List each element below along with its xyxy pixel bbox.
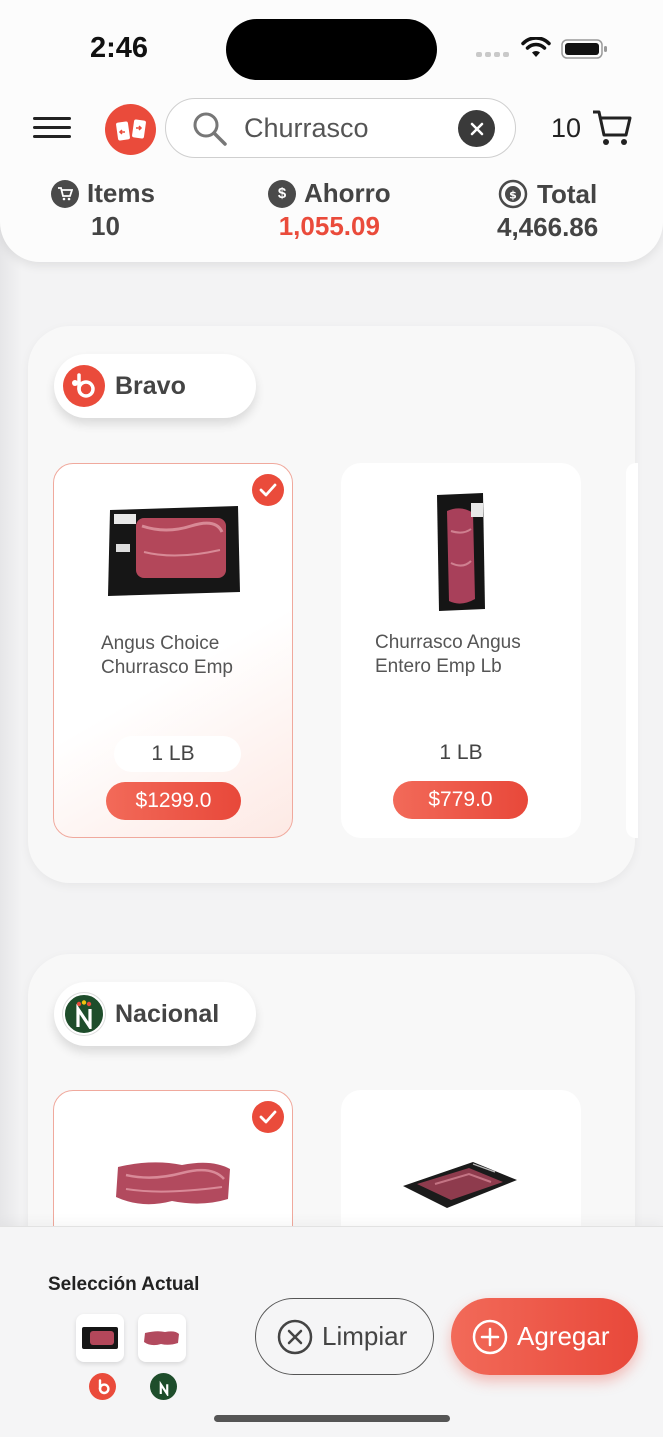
close-icon [470, 122, 483, 135]
wifi-icon [521, 37, 551, 57]
menu-icon[interactable] [33, 117, 71, 139]
cellular-signal-icon [476, 52, 509, 57]
dollar-icon: $ [268, 179, 296, 208]
product-price: $1299.0 [106, 782, 241, 820]
store-card-bravo: Bravo Angus Choice Churrasco Emp 1 LB $1… [28, 326, 638, 883]
plus-circle-icon [472, 1319, 508, 1354]
stat-ahorro-label: Ahorro [304, 178, 391, 208]
product-image [403, 1162, 517, 1208]
product-price: $779.0 [393, 781, 528, 819]
store-header-nacional: Nacional [54, 982, 256, 1046]
clear-search-button[interactable] [458, 110, 495, 147]
currency-exchange-icon: $ [498, 179, 528, 209]
product-image [437, 493, 485, 611]
clear-button-label: Limpiar [322, 1321, 408, 1351]
search-icon [193, 112, 227, 146]
cart-count[interactable]: 10 [551, 113, 581, 144]
stat-total: $ Total 4,466.86 [497, 178, 598, 243]
stat-ahorro-value: 1,055.09 [278, 211, 380, 241]
stat-items-label: Items [87, 178, 155, 208]
stat-ahorro: $ Ahorro 1,055.09 [268, 178, 391, 242]
bravo-logo-icon [63, 365, 105, 407]
app-logo-icon [105, 104, 156, 155]
bottom-bar: Selección Actual Limpiar Agregar [0, 1226, 663, 1437]
clear-button[interactable]: Limpiar [255, 1298, 434, 1375]
product-card[interactable]: Angus Choice Churrasco Emp 1 LB $1299.0 [53, 463, 293, 838]
selection-title: Selección Actual [48, 1274, 200, 1295]
cart-icon[interactable] [591, 108, 633, 148]
nacional-logo-icon [150, 1373, 177, 1400]
product-unit: 1 LB [151, 742, 195, 765]
bravo-logo-icon [89, 1373, 116, 1400]
search-bar[interactable] [165, 98, 516, 158]
product-name: Churrasco Angus Entero Emp Lb [375, 632, 521, 677]
status-time: 2:46 [90, 32, 149, 64]
checkmark-icon [252, 474, 284, 506]
product-image [116, 1162, 230, 1205]
stat-items-value: 10 [91, 211, 120, 241]
close-circle-icon [277, 1319, 313, 1354]
product-unit: 1 LB [439, 741, 483, 764]
search-input[interactable] [244, 111, 444, 145]
header: 2:46 10 [0, 0, 663, 262]
nacional-logo-icon [63, 993, 105, 1035]
dynamic-island [226, 19, 437, 80]
product-card-partial [626, 463, 638, 838]
stat-items: Items 10 [51, 178, 155, 242]
selected-item-thumbnail[interactable] [138, 1314, 186, 1362]
add-button-label: Agregar [517, 1321, 610, 1351]
add-button[interactable]: Agregar [451, 1298, 638, 1375]
stat-total-value: 4,466.86 [497, 212, 599, 242]
store-name: Bravo [115, 371, 186, 400]
checkmark-icon [252, 1101, 284, 1133]
product-image [108, 506, 240, 596]
home-indicator[interactable] [214, 1415, 450, 1422]
store-name: Nacional [115, 999, 220, 1028]
product-name: Angus Choice Churrasco Emp [101, 633, 233, 678]
battery-icon [561, 39, 607, 59]
selected-item-thumbnail[interactable] [76, 1314, 124, 1362]
product-card[interactable]: Churrasco Angus Entero Emp Lb 1 LB $779.… [341, 463, 581, 838]
svg-text:$: $ [509, 189, 517, 202]
store-header-bravo: Bravo [54, 354, 256, 418]
cart-icon [51, 179, 79, 208]
stat-total-label: Total [537, 178, 598, 209]
